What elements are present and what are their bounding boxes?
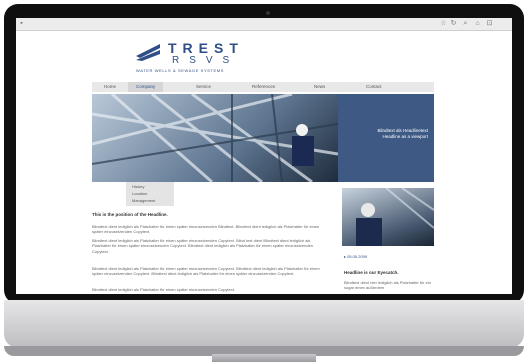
bookmark-icon[interactable]: ⊡: [486, 20, 493, 27]
nav-item-home[interactable]: Home: [100, 82, 120, 92]
sidebar-photo: [342, 188, 434, 246]
site-logo[interactable]: TREST RSVS WATER WELLS & SEWAGE SYSTEMS: [134, 40, 274, 76]
company-dropdown: History Location Management: [126, 182, 174, 206]
sidebar-headline: Headline is our Eyecatch.: [344, 270, 399, 275]
dropdown-item-location[interactable]: Location: [132, 191, 147, 196]
nav-item-references[interactable]: References: [248, 82, 279, 92]
news-date[interactable]: ▸ 05.05.2009: [344, 254, 367, 259]
sidebar-text: Blindtext dient hier lediglich als Platz…: [344, 280, 431, 291]
star-icon[interactable]: ☆: [440, 20, 447, 27]
home-icon[interactable]: ⌂: [474, 20, 481, 27]
worker-illustration: [356, 188, 434, 246]
logo-subtitle: RSVS: [172, 55, 240, 66]
nav-item-service[interactable]: Service: [192, 82, 215, 92]
logo-tagline: WATER WELLS & SEWAGE SYSTEMS: [136, 68, 224, 73]
hero-text-box: Blindtext als Headlinetext Headline as a…: [338, 94, 434, 182]
nav-item-contact[interactable]: Contact: [362, 82, 386, 92]
logo-title: TREST: [168, 40, 244, 56]
paragraph-1: Blindtext dient lediglich als Platzhalte…: [92, 224, 320, 235]
monitor-chin: [4, 300, 524, 348]
page-icon: ▪: [20, 20, 23, 27]
monitor-stand: [212, 354, 316, 362]
paragraph-4: Blindtext dient lediglich als Platzhalte…: [92, 287, 235, 292]
paragraph-2: Blindtext dient lediglich als Platzhalte…: [92, 238, 314, 254]
content-headline: This is the position of the Headline.: [92, 212, 168, 217]
browser-toolbar: ▪ ☆ ↻ ⌕ ⌂ ⊡: [16, 18, 512, 31]
camera-icon: [266, 11, 270, 15]
pipes-illustration: [92, 94, 338, 182]
dropdown-item-history[interactable]: History: [132, 184, 144, 189]
paragraph-3: Blindtext dient lediglich als Platzhalte…: [92, 266, 320, 277]
screen: ▪ ☆ ↻ ⌕ ⌂ ⊡ TREST RSVS WATER WELLS & SEW…: [16, 18, 512, 294]
hero-image: [92, 94, 338, 182]
dropdown-item-management[interactable]: Management: [132, 198, 155, 203]
nav-item-company[interactable]: Company: [128, 82, 164, 92]
main-nav: Home Company Service References News Con…: [92, 82, 434, 92]
search-icon[interactable]: ⌕: [462, 20, 469, 27]
hero-box-line2: Headline as a viewport: [382, 134, 428, 139]
nav-item-news[interactable]: News: [310, 82, 329, 92]
imac-monitor: ▪ ☆ ↻ ⌕ ⌂ ⊡ TREST RSVS WATER WELLS & SEW…: [0, 0, 528, 362]
refresh-icon[interactable]: ↻: [450, 20, 457, 27]
logo-mark-icon: [136, 44, 160, 61]
